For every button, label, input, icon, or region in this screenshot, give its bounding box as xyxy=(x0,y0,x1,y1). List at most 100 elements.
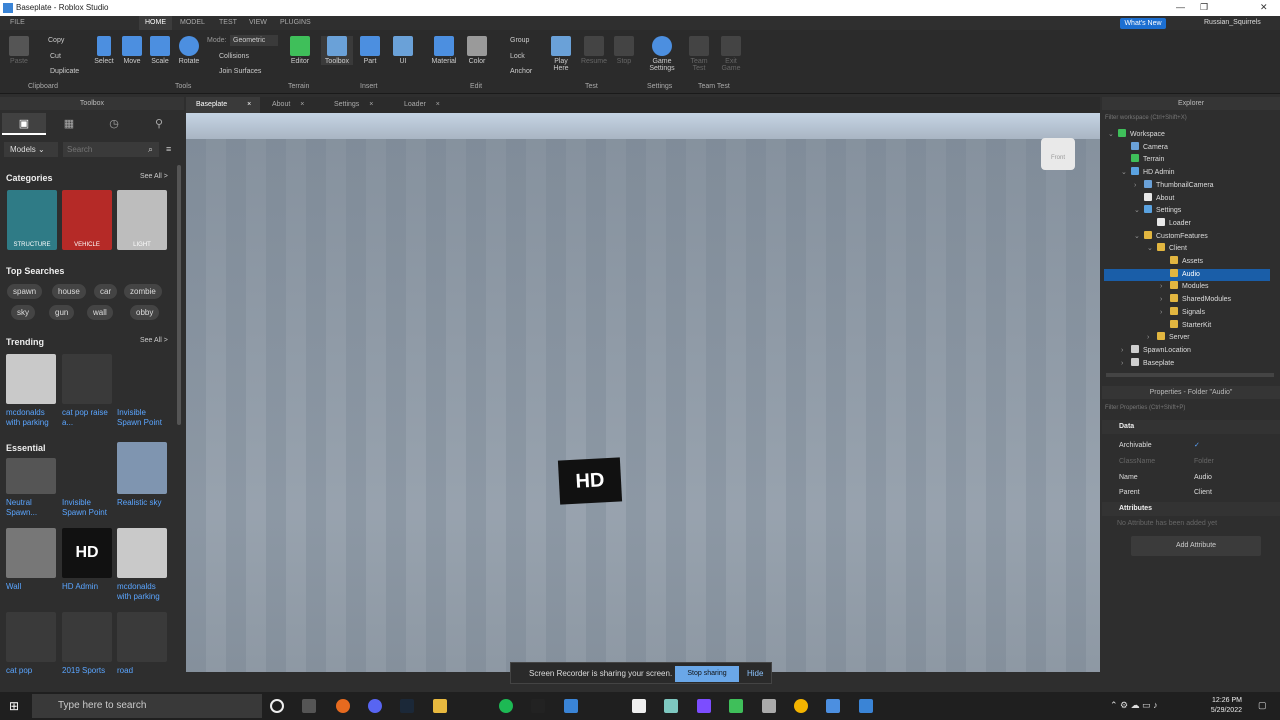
toolbox-item[interactable]: Neutral Spawn... xyxy=(6,442,58,518)
explorer-node[interactable]: ⌄ Settings xyxy=(1104,205,1270,217)
property-name[interactable]: Name Audio xyxy=(1102,470,1280,485)
minimize-icon[interactable]: — xyxy=(1176,2,1185,12)
explorer-node[interactable]: ⌄ HD Admin xyxy=(1104,167,1270,179)
anchor-button[interactable]: Anchor xyxy=(510,68,532,75)
app-icon[interactable] xyxy=(859,699,873,713)
hd-admin-model[interactable]: HD xyxy=(557,457,623,505)
explorer-node[interactable]: Terrain xyxy=(1104,154,1270,166)
taskbar-search[interactable]: Type here to search xyxy=(32,694,262,718)
trending-see-all-link[interactable]: See All > xyxy=(140,337,168,344)
discord-icon[interactable] xyxy=(368,699,382,713)
close-icon[interactable]: × xyxy=(436,101,440,108)
menu-file[interactable]: FILE xyxy=(10,19,25,26)
menu-plugins[interactable]: PLUGINS xyxy=(280,19,311,26)
collapse-arrow-icon[interactable]: › xyxy=(1121,345,1131,357)
property-value[interactable]: Audio xyxy=(1194,470,1212,485)
property-value[interactable]: Client xyxy=(1194,485,1212,500)
filter-icon[interactable]: ≡ xyxy=(166,144,171,154)
collapse-arrow-icon[interactable]: › xyxy=(1147,332,1157,344)
toolbox-button[interactable]: Toolbox xyxy=(321,36,353,65)
explorer-node[interactable]: Loader xyxy=(1104,217,1270,230)
explorer-node[interactable]: › Modules xyxy=(1104,281,1270,293)
tab-marketplace[interactable]: ▣ xyxy=(2,113,46,135)
paste-button[interactable]: Paste xyxy=(6,36,32,65)
toolbox-item[interactable]: 2019 Sports xyxy=(62,612,114,676)
close-icon[interactable]: × xyxy=(300,101,304,108)
roblox-icon[interactable] xyxy=(762,699,776,713)
tab-loader[interactable]: Loader × xyxy=(394,97,456,113)
property-archivable[interactable]: Archivable ✓ xyxy=(1102,438,1280,453)
toolbox-item[interactable]: Invisible Spawn Point xyxy=(62,442,114,518)
mode-dropdown[interactable]: Geometric xyxy=(230,35,278,46)
search-icon[interactable]: ⌕ xyxy=(148,144,153,155)
search-chip[interactable]: zombie xyxy=(124,284,162,299)
lock-button[interactable]: Lock xyxy=(510,53,525,60)
chrome-icon[interactable] xyxy=(794,699,808,713)
tab-creations[interactable]: ⚲ xyxy=(137,113,181,135)
toolbox-scrollbar[interactable] xyxy=(177,165,181,425)
view-selector-cube[interactable]: Front xyxy=(1041,138,1075,170)
toolbox-item[interactable]: Realistic sky xyxy=(117,442,169,508)
close-icon[interactable]: × xyxy=(369,101,373,108)
search-chip[interactable]: obby xyxy=(130,305,160,320)
group-button[interactable]: Group xyxy=(510,37,529,44)
property-parent[interactable]: Parent Client xyxy=(1102,485,1280,500)
categories-see-all-link[interactable]: See All > xyxy=(140,173,168,180)
expand-arrow-icon[interactable]: ⌄ xyxy=(1134,231,1144,243)
explorer-node[interactable]: › Server xyxy=(1104,332,1270,344)
explorer-node[interactable]: Assets xyxy=(1104,256,1270,268)
attributes-category[interactable]: Attributes xyxy=(1102,502,1280,516)
search-chip[interactable]: spawn xyxy=(7,284,43,299)
scale-button[interactable]: Scale xyxy=(147,36,173,65)
tab-about[interactable]: About × xyxy=(262,97,320,113)
expand-arrow-icon[interactable]: ⌄ xyxy=(1108,129,1118,141)
duplicate-button[interactable]: Duplicate xyxy=(50,68,79,75)
toolbox-item[interactable]: Invisible Spawn Point xyxy=(117,354,169,428)
toolbox-item[interactable]: road xyxy=(117,612,169,676)
explorer-node[interactable]: ⌄ Client xyxy=(1104,243,1270,255)
game-settings-button[interactable]: Game Settings xyxy=(645,36,679,72)
clock[interactable]: 12:26 PM 5/29/2022 xyxy=(1200,696,1242,716)
cortana-icon[interactable] xyxy=(270,699,284,713)
explorer-node[interactable]: About xyxy=(1104,192,1270,205)
cut-button[interactable]: Cut xyxy=(50,53,61,60)
part-button[interactable]: Part xyxy=(356,36,384,65)
stop-sharing-button[interactable]: Stop sharing xyxy=(675,666,739,682)
collapse-arrow-icon[interactable]: › xyxy=(1160,294,1170,306)
notepad-icon[interactable] xyxy=(632,699,646,713)
steam-icon[interactable] xyxy=(400,699,414,713)
rotate-button[interactable]: Rotate xyxy=(175,36,203,65)
collapse-arrow-icon[interactable]: › xyxy=(1134,180,1144,192)
collisions-toggle[interactable]: Collisions xyxy=(219,53,249,60)
category-light[interactable]: LIGHT xyxy=(117,190,167,250)
toolbox-item[interactable]: mcdonalds with parking xyxy=(117,528,169,602)
collapse-arrow-icon[interactable]: › xyxy=(1121,358,1131,370)
file-explorer-icon[interactable] xyxy=(433,699,447,713)
team-test-button[interactable]: Team Test xyxy=(685,36,713,72)
category-vehicle[interactable]: VEHICLE xyxy=(62,190,112,250)
task-view-icon[interactable] xyxy=(302,699,316,713)
menu-view[interactable]: VIEW xyxy=(249,19,267,26)
tab-baseplate[interactable]: Baseplate × xyxy=(186,97,260,113)
spotify-icon[interactable] xyxy=(499,699,513,713)
explorer-node[interactable]: › SpawnLocation xyxy=(1104,344,1270,357)
hide-button[interactable]: Hide xyxy=(747,669,763,678)
app-icon[interactable] xyxy=(729,699,743,713)
search-chip[interactable]: sky xyxy=(11,305,35,320)
roblox-studio-taskbar-icon[interactable] xyxy=(564,699,578,713)
tab-recent[interactable]: ◷ xyxy=(92,113,136,135)
exit-game-button[interactable]: Exit Game xyxy=(717,36,745,72)
color-button[interactable]: Color xyxy=(464,36,490,65)
search-chip[interactable]: house xyxy=(52,284,86,299)
archivable-checkbox[interactable]: ✓ xyxy=(1194,438,1200,453)
tab-settings[interactable]: Settings × xyxy=(324,97,390,113)
whats-new-button[interactable]: What's New xyxy=(1120,18,1166,29)
expand-arrow-icon[interactable]: ⌄ xyxy=(1134,205,1144,217)
explorer-node[interactable]: ⌄ Workspace xyxy=(1104,129,1270,141)
expand-arrow-icon[interactable]: ⌄ xyxy=(1147,243,1157,255)
join-surfaces-toggle[interactable]: Join Surfaces xyxy=(219,68,261,75)
collapse-arrow-icon[interactable]: › xyxy=(1160,281,1170,293)
app-icon[interactable] xyxy=(826,699,840,713)
collapse-arrow-icon[interactable]: › xyxy=(1160,307,1170,319)
play-here-button[interactable]: Play Here xyxy=(547,36,575,72)
